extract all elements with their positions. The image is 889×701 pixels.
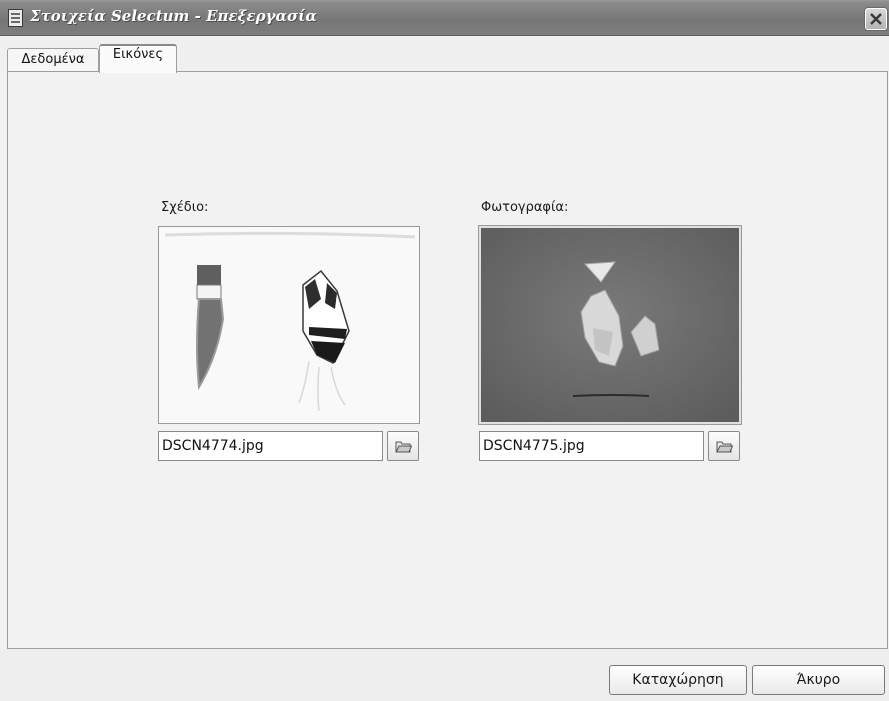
- photo-filename-field[interactable]: DSCN4775.jpg: [479, 431, 704, 461]
- browse-photo-button[interactable]: [708, 431, 740, 461]
- document-icon: [8, 9, 23, 27]
- browse-drawing-button[interactable]: [387, 431, 419, 461]
- title-bar[interactable]: Στοιχεία Selectum - Επεξεργασία: [0, 0, 889, 36]
- tab-data[interactable]: Δεδομένα: [7, 48, 99, 72]
- drawing-preview: [158, 226, 420, 424]
- photo-label: Φωτογραφία:: [481, 200, 569, 215]
- close-button[interactable]: [865, 8, 887, 30]
- folder-open-icon: [716, 441, 733, 453]
- edit-dialog: Στοιχεία Selectum - Επεξεργασία Δεδομένα…: [0, 0, 889, 701]
- drawing-image: [159, 227, 419, 423]
- tab-strip: Δεδομένα Εικόνες: [0, 36, 889, 73]
- drawing-filename-field[interactable]: DSCN4774.jpg: [158, 431, 383, 461]
- photo-preview: [479, 226, 741, 424]
- cancel-button[interactable]: Άκυρο: [752, 665, 885, 695]
- window-title: Στοιχεία Selectum - Επεξεργασία: [30, 7, 317, 25]
- close-icon: [870, 13, 882, 25]
- photo-image: [481, 228, 739, 422]
- tab-images[interactable]: Εικόνες: [99, 44, 177, 73]
- drawing-label: Σχέδιο:: [161, 200, 209, 215]
- save-button[interactable]: Καταχώρηση: [609, 665, 747, 695]
- folder-open-icon: [395, 441, 412, 453]
- images-tab-panel: [7, 71, 888, 649]
